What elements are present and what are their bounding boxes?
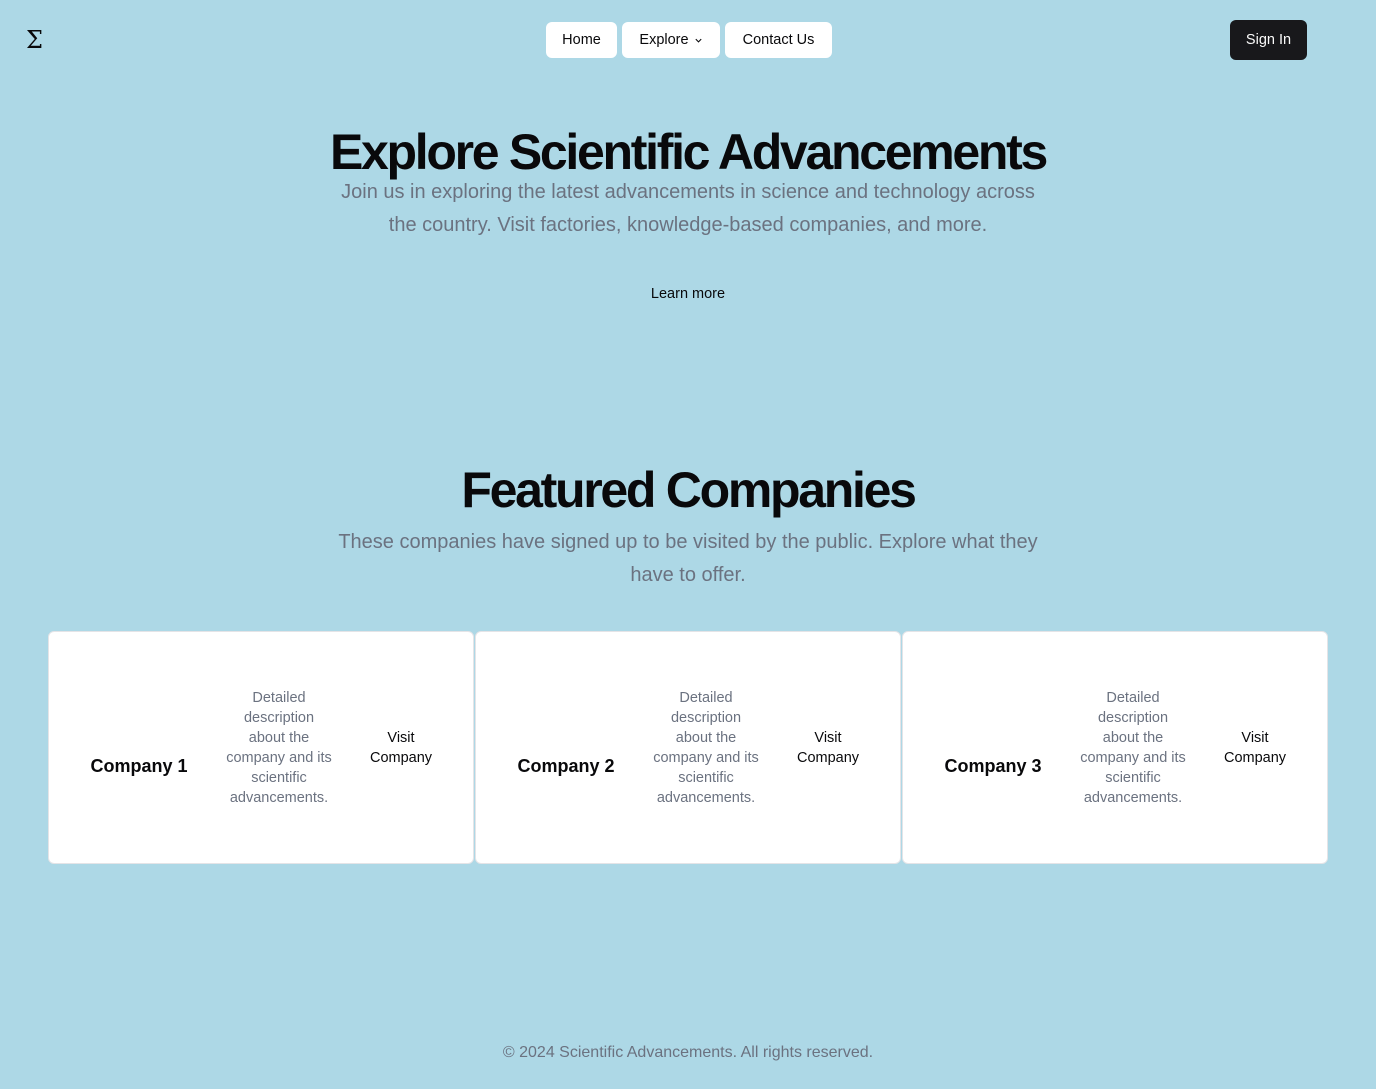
nav-explore-label: Explore	[639, 32, 689, 48]
sign-in-button[interactable]: Sign In	[1230, 20, 1307, 60]
company-name: Company 3	[944, 756, 1042, 776]
nav-explore-dropdown[interactable]: Explore	[622, 22, 720, 58]
visit-company-button[interactable]: Visit Company	[788, 728, 868, 768]
company-name: Company 2	[517, 756, 615, 776]
learn-more-link[interactable]: Learn more	[0, 284, 1376, 304]
company-name: Company 1	[90, 756, 188, 776]
footer-copyright: © 2024 Scientific Advancements. All righ…	[502, 1044, 874, 1061]
nav-home-button[interactable]: Home	[546, 22, 617, 58]
company-description: Detailed description about the company a…	[226, 690, 332, 806]
featured-subtitle: These companies have signed up to be vis…	[338, 531, 1038, 586]
visit-company-button[interactable]: Visit Company	[361, 728, 441, 768]
nav-contact-button[interactable]: Contact Us	[725, 22, 832, 58]
visit-company-button[interactable]: Visit Company	[1215, 728, 1295, 768]
learn-more-label: Learn more	[650, 286, 726, 302]
hero-subtitle: Join us in exploring the latest advancem…	[341, 181, 1035, 236]
chevron-down-icon	[694, 36, 703, 45]
main-nav: Home Explore Contact Us	[546, 22, 832, 58]
hero-title: Explore Scientific Advancements	[329, 124, 1048, 180]
company-description: Detailed description about the company a…	[653, 690, 759, 806]
sign-in-label: Sign In	[1245, 32, 1292, 48]
featured-title: Featured Companies	[461, 462, 916, 518]
company-cards: Company 1 Detailed description about the…	[48, 631, 1328, 864]
company-card: Company 1 Detailed description about the…	[48, 631, 474, 864]
nav-home-label: Home	[562, 32, 601, 48]
sigma-logo-icon[interactable]: Σ	[26, 26, 43, 54]
company-card: Company 3 Detailed description about the…	[902, 631, 1328, 864]
company-card: Company 2 Detailed description about the…	[475, 631, 901, 864]
company-description: Detailed description about the company a…	[1080, 690, 1186, 806]
page: Σ Home Explore Contact Us Sign In Explor…	[0, 0, 1376, 1089]
nav-contact-label: Contact Us	[742, 32, 815, 48]
